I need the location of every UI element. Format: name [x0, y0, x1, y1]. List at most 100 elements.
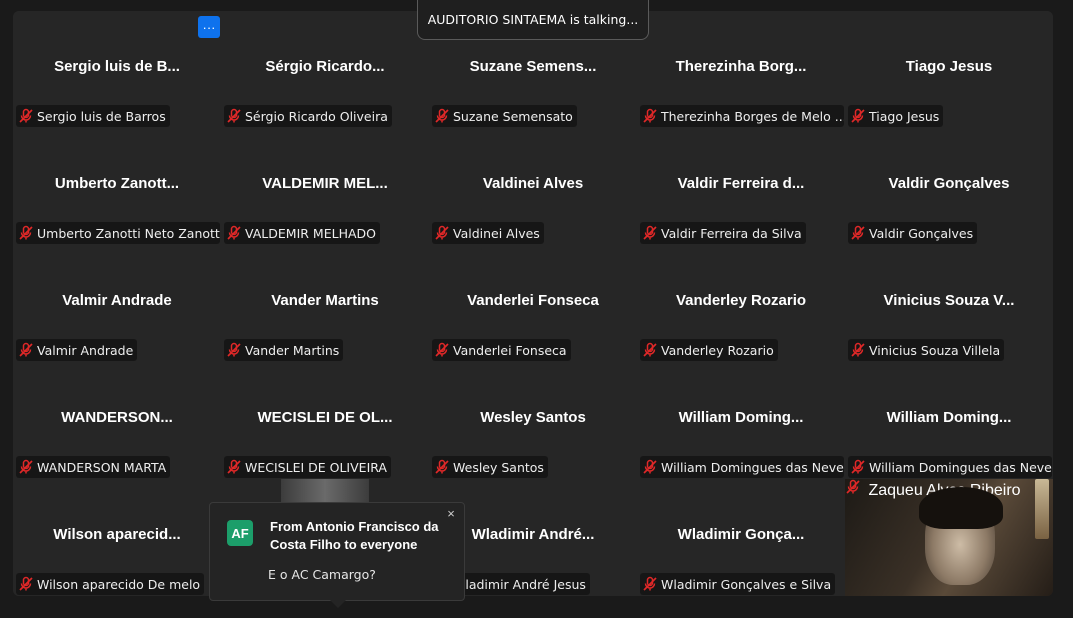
participant-name-label: Vinicius Souza Villela: [848, 339, 1005, 361]
muted-mic-icon: [227, 108, 241, 123]
participant-name: Valmir Andrade: [37, 342, 134, 358]
participant-display-name: Wesley Santos: [480, 409, 586, 426]
participant-tile[interactable]: Vinicius Souza V... Vinicius Souza Villel…: [845, 245, 1053, 362]
participant-name: Vanderlei Fonseca: [453, 342, 567, 358]
video-gallery: Sergio luis de B... Sergio luis de Barros…: [13, 11, 1053, 596]
participant-name-label: Therezinha Borges de Melo ...: [640, 105, 844, 127]
participant-display-name: Valmir Andrade: [62, 292, 172, 309]
muted-mic-icon: [19, 342, 33, 357]
chat-notification[interactable]: AF From Antonio Francisco da Costa Filho…: [209, 502, 465, 608]
participant-name-label: Vanderley Rozario: [640, 339, 778, 361]
participant-name: Wesley Santos: [453, 459, 544, 475]
participant-name: Vander Martins: [245, 342, 340, 358]
participant-name: Wilson aparecido De melo: [37, 576, 201, 592]
participant-name-label: Valdinei Alves: [432, 222, 544, 244]
participant-display-name: Umberto Zanott...: [54, 175, 180, 192]
participant-display-name: VALDEMIR MEL...: [262, 175, 388, 192]
participant-tile[interactable]: Umberto Zanott... Umberto Zanotti Neto Za…: [13, 128, 221, 245]
participant-tile[interactable]: Sergio luis de B... Sergio luis de Barros: [13, 11, 221, 128]
participant-name: Wladimir André Jesus: [453, 576, 586, 592]
sender-avatar: AF: [227, 520, 253, 546]
participant-tile[interactable]: Valdir Gonçalves Valdir Gonçalves: [845, 128, 1053, 245]
participant-name-label: Vanderlei Fonseca: [432, 339, 571, 361]
participant-tile[interactable]: Vanderley Rozario Vanderley Rozario: [637, 245, 845, 362]
participant-name: Wladimir Gonçalves e Silva: [661, 576, 832, 592]
background-lamp: [1035, 479, 1049, 539]
participant-tile[interactable]: VALDEMIR MEL... VALDEMIR MELHADO: [221, 128, 429, 245]
muted-mic-icon: [435, 108, 449, 123]
muted-mic-icon: [643, 225, 657, 240]
participant-name-label: William Domingues das Neves: [640, 456, 844, 478]
muted-mic-icon: [227, 459, 241, 474]
participant-tile[interactable]: Valdir Ferreira d... Valdir Ferreira da S…: [637, 128, 845, 245]
participant-name: WANDERSON MARTA: [37, 459, 167, 475]
participant-tile[interactable]: Wladimir Gonça... Wladimir Gonçalves e Si…: [637, 479, 845, 596]
chat-message: E o AC Camargo?: [268, 567, 376, 582]
muted-mic-icon: [851, 225, 865, 240]
participant-display-name: Wladimir Gonça...: [677, 526, 805, 543]
participant-display-name: William Doming...: [886, 409, 1012, 426]
participant-tile[interactable]: Wesley Santos Wesley Santos: [429, 362, 637, 479]
participant-name-label: Valdir Gonçalves: [848, 222, 978, 244]
participant-tile[interactable]: Vander Martins Vander Martins: [221, 245, 429, 362]
muted-mic-icon: [851, 342, 865, 357]
active-speaker-text: AUDITORIO SINTAEMA is talking...: [427, 12, 639, 27]
participant-display-name: Valdir Ferreira d...: [677, 175, 805, 192]
participant-tile-video[interactable]: Zaqueu Alves Ribeiro: [845, 479, 1053, 596]
participant-display-name: WECISLEI DE OL...: [257, 409, 393, 426]
participant-name: Umberto Zanotti Neto Zanotti: [37, 225, 220, 241]
participant-name: Valdinei Alves: [453, 225, 540, 241]
participant-name: William Domingues das Neves: [869, 459, 1052, 475]
participant-display-name: Vinicius Souza V...: [883, 292, 1015, 309]
participant-name: Valdir Gonçalves: [869, 225, 974, 241]
muted-mic-icon: [435, 342, 449, 357]
participant-tile[interactable]: Therezinha Borg... Therezinha Borges de M…: [637, 11, 845, 128]
participant-name-label: Wesley Santos: [432, 456, 548, 478]
muted-mic-icon: [851, 459, 865, 474]
participant-tile[interactable]: WANDERSON... WANDERSON MARTA: [13, 362, 221, 479]
participant-name: Suzane Semensato: [453, 108, 573, 124]
muted-mic-icon: [19, 576, 33, 591]
participant-name: Sérgio Ricardo Oliveira: [245, 108, 388, 124]
participant-display-name: William Doming...: [678, 409, 804, 426]
muted-mic-icon: [846, 479, 860, 494]
participant-display-name: WANDERSON...: [61, 409, 173, 426]
participant-name: VALDEMIR MELHADO: [245, 225, 376, 241]
participant-name-label: WECISLEI DE OLIVEIRA: [224, 456, 391, 478]
muted-mic-icon: [227, 342, 241, 357]
participant-name-label: Umberto Zanotti Neto Zanotti: [16, 222, 220, 244]
participant-tile[interactable]: Valdinei Alves Valdinei Alves: [429, 128, 637, 245]
participant-tile[interactable]: Tiago Jesus Tiago Jesus: [845, 11, 1053, 128]
participant-display-name: Vander Martins: [271, 292, 379, 309]
participant-name: WECISLEI DE OLIVEIRA: [245, 459, 387, 475]
participant-name-label: Wladimir Gonçalves e Silva: [640, 573, 836, 595]
muted-mic-icon: [435, 225, 449, 240]
participant-name: Sergio luis de Barros: [37, 108, 166, 124]
participant-name: Vanderley Rozario: [661, 342, 774, 358]
participant-tile[interactable]: WECISLEI DE OL... WECISLEI DE OLIVEIRA: [221, 362, 429, 479]
participant-display-name: Suzane Semens...: [469, 58, 597, 75]
participant-video-hair: [919, 487, 1003, 529]
participant-tile[interactable]: William Doming... William Domingues das N…: [637, 362, 845, 479]
more-options-button[interactable]: ···: [198, 16, 220, 38]
muted-mic-icon: [643, 576, 657, 591]
participant-name: Therezinha Borges de Melo ...: [661, 108, 844, 124]
participant-name: William Domingues das Neves: [661, 459, 844, 475]
close-icon[interactable]: ×: [444, 507, 458, 521]
participant-name: Valdir Ferreira da Silva: [661, 225, 802, 241]
participant-tile[interactable]: Vanderlei Fonseca Vanderlei Fonseca: [429, 245, 637, 362]
participant-display-name: Valdir Gonçalves: [888, 175, 1010, 192]
participant-tile[interactable]: William Doming... William Domingues das N…: [845, 362, 1053, 479]
muted-mic-icon: [643, 459, 657, 474]
participant-name-label: Wilson aparecido De melo: [16, 573, 205, 595]
participant-tile[interactable]: Wilson aparecid... Wilson aparecido De me…: [13, 479, 221, 596]
participant-display-name: Wilson aparecid...: [53, 526, 181, 543]
participant-display-name: Tiago Jesus: [905, 58, 993, 75]
participant-name-label: Sergio luis de Barros: [16, 105, 170, 127]
participant-tile[interactable]: Valmir Andrade Valmir Andrade: [13, 245, 221, 362]
participant-name: Vinicius Souza Villela: [869, 342, 1001, 358]
participant-name-label: Sérgio Ricardo Oliveira: [224, 105, 392, 127]
participant-name-label: Suzane Semensato: [432, 105, 577, 127]
participant-tile[interactable]: Sérgio Ricardo... Sérgio Ricardo Oliveira: [221, 11, 429, 128]
participant-display-name: Vanderlei Fonseca: [467, 292, 599, 309]
